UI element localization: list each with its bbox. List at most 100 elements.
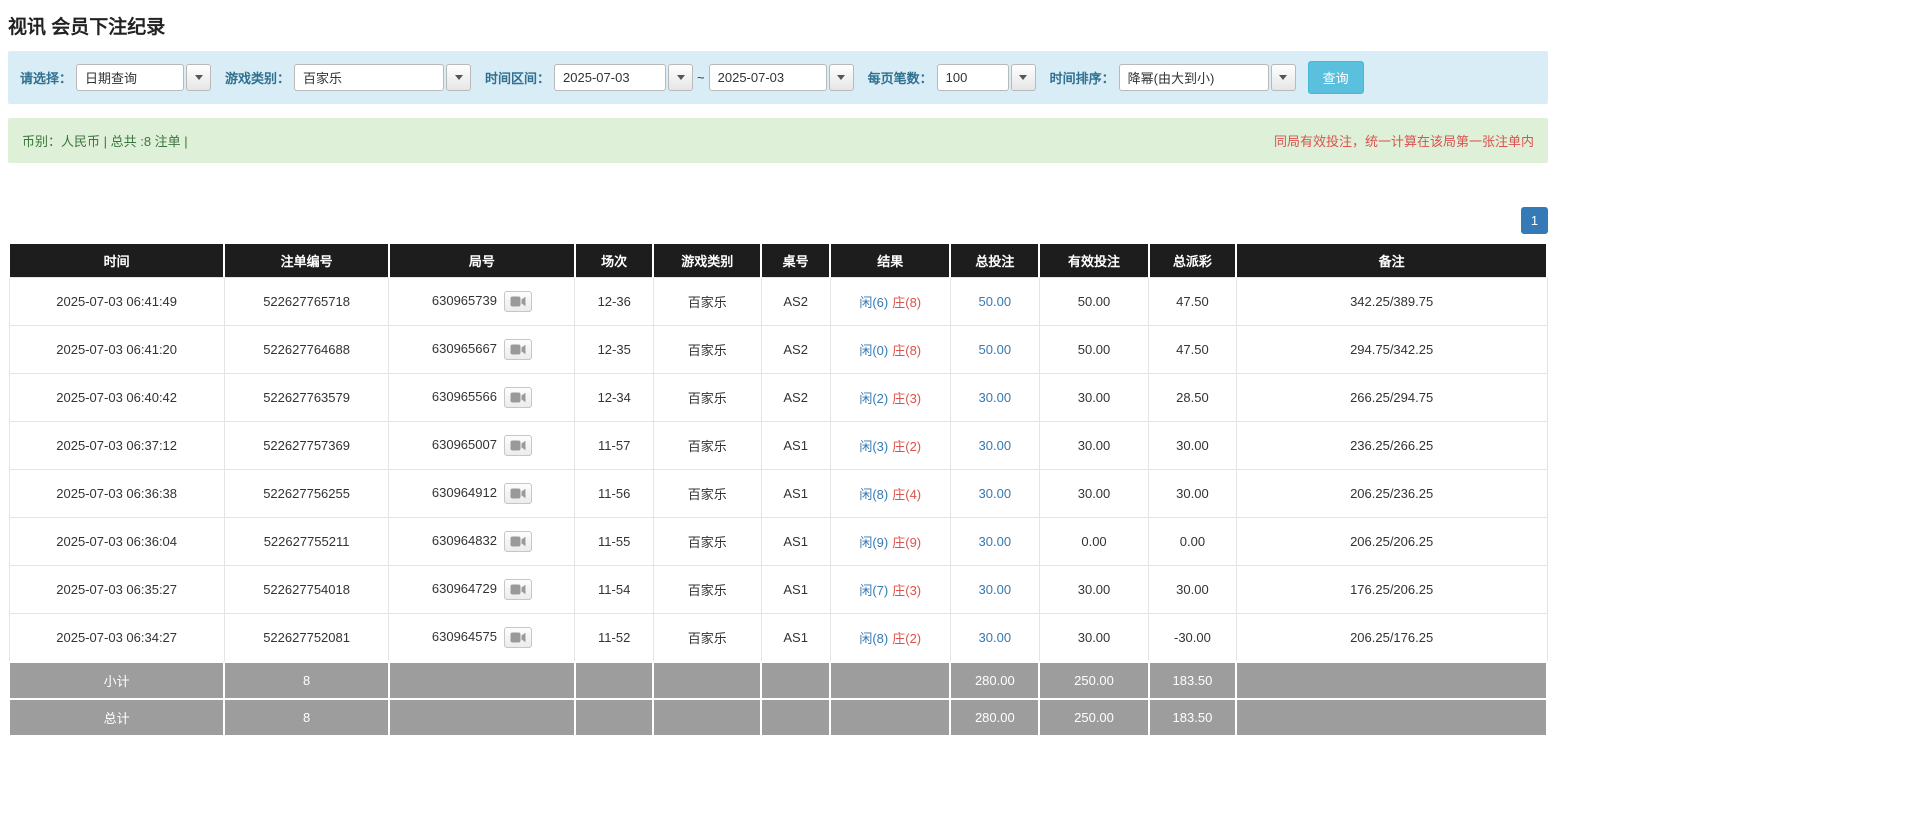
chevron-down-icon <box>195 75 203 80</box>
game-type-input[interactable] <box>294 64 444 91</box>
total-bet-link[interactable]: 50.00 <box>979 342 1012 357</box>
valid-bet-cell: 30.00 <box>1039 422 1148 470</box>
total-bet-link[interactable]: 30.00 <box>979 438 1012 453</box>
subtotal-payout: 183.50 <box>1149 662 1237 699</box>
total-bet-link[interactable]: 30.00 <box>979 534 1012 549</box>
result-player: 闲(0) <box>859 343 888 358</box>
empty-cell <box>830 662 950 699</box>
video-replay-button[interactable] <box>504 435 532 456</box>
result-player: 闲(7) <box>859 583 888 598</box>
empty-cell <box>575 699 653 736</box>
per-page-input[interactable] <box>937 64 1009 91</box>
video-replay-button[interactable] <box>504 291 532 312</box>
header-remark: 备注 <box>1236 244 1547 278</box>
summary-currency-count: 币别：人民币 | 总共 :8 注单 | <box>22 131 188 150</box>
round-id: 630965007 <box>432 437 497 452</box>
table-row: 2025-07-03 06:40:42 522627763579 6309655… <box>9 374 1547 422</box>
bet-id-cell: 522627765718 <box>224 278 389 326</box>
pagination: 1 <box>8 207 1548 234</box>
game-type-cell: 百家乐 <box>653 518 761 566</box>
subtotal-count: 8 <box>224 662 389 699</box>
per-page-label: 每页笔数： <box>868 68 933 87</box>
game-type-cell: 百家乐 <box>653 614 761 663</box>
game-type-cell: 百家乐 <box>653 374 761 422</box>
bet-id-cell: 522627752081 <box>224 614 389 663</box>
header-session: 场次 <box>575 244 653 278</box>
date-to-input[interactable] <box>709 64 827 91</box>
round-id-cell: 630965667 <box>389 326 575 374</box>
date-from-input[interactable] <box>554 64 666 91</box>
bet-id-cell: 522627763579 <box>224 374 389 422</box>
session-cell: 11-56 <box>575 470 653 518</box>
query-type-input[interactable] <box>76 64 184 91</box>
game-type-cell: 百家乐 <box>653 470 761 518</box>
total-bet-cell: 30.00 <box>950 470 1039 518</box>
remark-cell: 206.25/236.25 <box>1236 470 1547 518</box>
result-banker: 庄(8) <box>892 343 921 358</box>
total-bet-link[interactable]: 30.00 <box>979 582 1012 597</box>
time-cell: 2025-07-03 06:37:12 <box>9 422 224 470</box>
valid-bet-cell: 50.00 <box>1039 326 1148 374</box>
video-replay-button[interactable] <box>504 627 532 648</box>
total-bet-cell: 30.00 <box>950 566 1039 614</box>
session-cell: 12-36 <box>575 278 653 326</box>
game-type-cell: 百家乐 <box>653 566 761 614</box>
game-type-dropdown-button[interactable] <box>446 64 471 91</box>
time-cell: 2025-07-03 06:41:20 <box>9 326 224 374</box>
video-replay-button[interactable] <box>504 483 532 504</box>
table-body: 2025-07-03 06:41:49 522627765718 6309657… <box>9 278 1547 663</box>
remark-cell: 206.25/206.25 <box>1236 518 1547 566</box>
result-cell: 闲(6)庄(8) <box>830 278 950 326</box>
total-bet-link[interactable]: 30.00 <box>979 630 1012 645</box>
table-row: 2025-07-03 06:41:49 522627765718 6309657… <box>9 278 1547 326</box>
chevron-down-icon <box>455 75 463 80</box>
result-player: 闲(3) <box>859 439 888 454</box>
query-type-dropdown-button[interactable] <box>186 64 211 91</box>
content: 视讯 会员下注纪录 请选择： 游戏类别： 时间区间： ~ 每页笔数： 时间排序： <box>0 0 1556 741</box>
payout-cell: 47.50 <box>1149 326 1237 374</box>
payout-cell: -30.00 <box>1149 614 1237 663</box>
total-bet-link[interactable]: 30.00 <box>979 486 1012 501</box>
header-payout: 总派彩 <box>1149 244 1237 278</box>
result-cell: 闲(7) 庄(3) <box>830 566 950 614</box>
empty-cell <box>389 699 575 736</box>
total-bet-cell: 30.00 <box>950 518 1039 566</box>
date-to-dropdown-button[interactable] <box>829 64 854 91</box>
search-button[interactable]: 查询 <box>1308 61 1364 94</box>
bet-records-table: 时间 注单编号 局号 场次 游戏类别 桌号 结果 总投注 有效投注 总派彩 备注… <box>8 244 1548 737</box>
total-bet-cell: 30.00 <box>950 374 1039 422</box>
time-sort-dropdown-button[interactable] <box>1271 64 1296 91</box>
result-banker: 庄(9) <box>892 535 921 550</box>
total-bet-link[interactable]: 50.00 <box>979 294 1012 309</box>
header-valid-bet: 有效投注 <box>1039 244 1148 278</box>
video-replay-button[interactable] <box>504 387 532 408</box>
header-result: 结果 <box>830 244 950 278</box>
video-camera-icon <box>510 488 526 499</box>
remark-cell: 266.25/294.75 <box>1236 374 1547 422</box>
bet-id-cell: 522627756255 <box>224 470 389 518</box>
bet-id-cell: 522627754018 <box>224 566 389 614</box>
time-cell: 2025-07-03 06:36:38 <box>9 470 224 518</box>
video-replay-button[interactable] <box>504 531 532 552</box>
query-type-label: 请选择： <box>20 68 72 87</box>
video-camera-icon <box>510 392 526 403</box>
subtotal-valid-bet: 250.00 <box>1039 662 1148 699</box>
time-sort-input[interactable] <box>1119 64 1269 91</box>
result-banker: 庄(3) <box>892 583 921 598</box>
empty-cell <box>1236 662 1547 699</box>
round-id-cell: 630965007 <box>389 422 575 470</box>
table-header-row: 时间 注单编号 局号 场次 游戏类别 桌号 结果 总投注 有效投注 总派彩 备注 <box>9 244 1547 278</box>
video-replay-button[interactable] <box>504 579 532 600</box>
per-page-dropdown-button[interactable] <box>1011 64 1036 91</box>
empty-cell <box>653 662 761 699</box>
total-bet-cell: 30.00 <box>950 422 1039 470</box>
table-row: 2025-07-03 06:36:04 522627755211 6309648… <box>9 518 1547 566</box>
pagination-page-1[interactable]: 1 <box>1521 207 1548 234</box>
video-replay-button[interactable] <box>504 339 532 360</box>
table-row: 2025-07-03 06:34:27 522627752081 6309645… <box>9 614 1547 663</box>
total-bet-link[interactable]: 30.00 <box>979 390 1012 405</box>
date-from-dropdown-button[interactable] <box>668 64 693 91</box>
session-cell: 12-35 <box>575 326 653 374</box>
result-player: 闲(9) <box>859 535 888 550</box>
result-cell: 闲(8)庄(2) <box>830 614 950 663</box>
